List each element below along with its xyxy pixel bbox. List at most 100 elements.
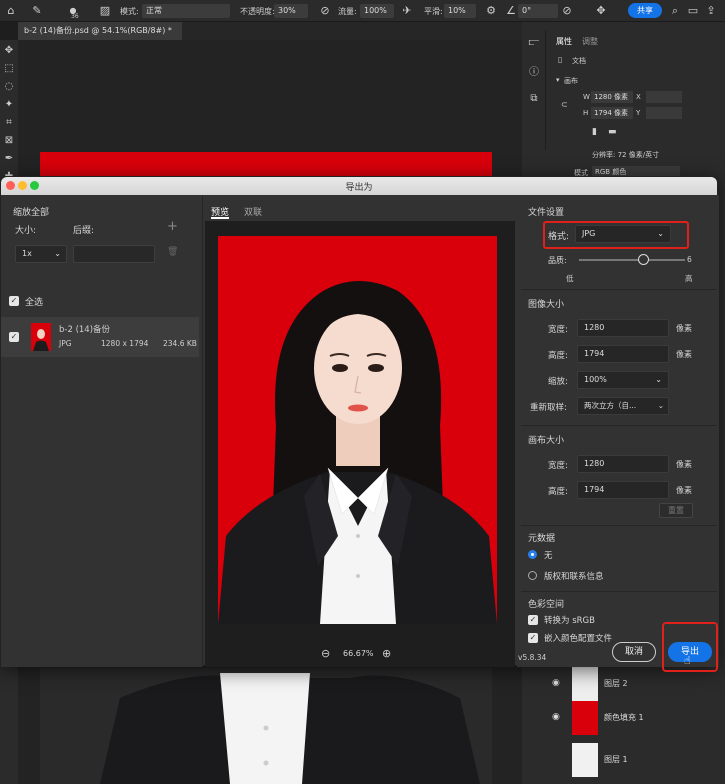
- quality-low-label: 低: [566, 274, 574, 283]
- format-select[interactable]: JPG ⌄: [575, 225, 671, 243]
- doc-label: 文档: [572, 57, 586, 65]
- quality-label: 品质:: [548, 256, 567, 265]
- preview-image: [218, 236, 497, 624]
- canvas-size-label: 画布大小: [528, 436, 565, 446]
- landscape-orientation-icon[interactable]: ▬: [608, 127, 617, 137]
- symmetry-icon[interactable]: ✥: [594, 4, 608, 18]
- color-space-label: 色彩空间: [528, 600, 565, 610]
- height-label: 高度:: [548, 351, 568, 361]
- zoom-out-icon[interactable]: ⊖: [321, 647, 330, 660]
- size-label: 大小:: [15, 226, 37, 236]
- flow-field[interactable]: 100%: [360, 4, 394, 18]
- move-tool-icon[interactable]: ✥: [2, 44, 16, 58]
- portrait-image: [218, 236, 497, 624]
- metadata-none-radio[interactable]: [528, 550, 537, 559]
- reset-button[interactable]: 重置: [659, 503, 693, 518]
- angle-icon: ∠: [506, 4, 516, 17]
- suffix-input[interactable]: [73, 245, 155, 263]
- suffix-label: 后缀:: [73, 226, 95, 236]
- link-icon[interactable]: ⊂: [561, 100, 568, 109]
- canvas-width-unit: 像素: [676, 460, 692, 469]
- layer-row[interactable]: 图层 1: [548, 740, 725, 780]
- canvas-width-field[interactable]: 1280: [577, 455, 669, 473]
- tab-properties[interactable]: 属性: [556, 36, 572, 47]
- scale-value: 1x: [22, 249, 32, 258]
- scale-label: 缩放:: [548, 377, 568, 387]
- layer-row[interactable]: ◉ 颜色填充 1: [548, 698, 725, 738]
- image-width-field[interactable]: 1280: [577, 319, 669, 337]
- crop-tool-icon[interactable]: ⌗: [2, 116, 16, 130]
- eye-icon[interactable]: ◉: [552, 678, 560, 688]
- scale-all-label: 缩放全部: [13, 208, 50, 218]
- marquee-tool-icon[interactable]: ⬚: [2, 62, 16, 76]
- embed-profile-label: 嵌入颜色配置文件: [544, 634, 613, 644]
- asset-dimensions: 1280 x 1794: [101, 339, 149, 348]
- scale-value: 100%: [584, 375, 607, 384]
- canvas-x-field[interactable]: [646, 91, 682, 103]
- history-icon[interactable]: ⫍: [527, 36, 541, 50]
- eye-icon[interactable]: ◉: [552, 712, 560, 722]
- smoothing-options-icon[interactable]: ⚙: [484, 4, 498, 18]
- adjust-panel-icon[interactable]: ⧉: [527, 92, 541, 106]
- info-icon[interactable]: ⓘ: [527, 66, 541, 80]
- angle-field[interactable]: 0°: [518, 4, 558, 18]
- asset-row[interactable]: ✓ b-2 (14)备份 JPG 1280 x 1794 234.6 KB: [1, 317, 199, 357]
- airbrush-icon[interactable]: ✈: [400, 4, 414, 18]
- resolution-text: 分辨率: 72 像素/英寸: [592, 151, 660, 159]
- asset-checkbox[interactable]: ✓: [9, 332, 19, 342]
- chevron-down-icon: ⌄: [657, 229, 664, 238]
- canvas-height-field[interactable]: 1794 像素: [591, 107, 633, 119]
- select-all-checkbox[interactable]: ✓: [9, 296, 19, 306]
- resample-select[interactable]: 两次立方（自... ⌄: [577, 397, 669, 415]
- document-tab[interactable]: b-2 (14)备份.psd @ 54.1%(RGB/8#) *: [18, 22, 182, 40]
- tab-adjustments[interactable]: 调整: [582, 36, 598, 47]
- portrait-orientation-icon[interactable]: ▮: [592, 127, 597, 137]
- scale-panel: 缩放全部 大小: 后缀: + 1x ⌄ 🗑 ✓ 全选 ✓ b-2 (14)备份 …: [1, 195, 203, 667]
- zoom-in-icon[interactable]: ⊕: [382, 647, 391, 660]
- search-icon[interactable]: ⌕: [668, 4, 682, 18]
- quality-slider-handle[interactable]: [637, 254, 649, 265]
- workspace-icon[interactable]: ▭: [686, 4, 700, 18]
- metadata-copyright-radio[interactable]: [528, 571, 537, 580]
- canvas-y-field[interactable]: [646, 107, 682, 119]
- brush-tool-icon[interactable]: ✎: [30, 4, 44, 18]
- eyedropper-tool-icon[interactable]: ✒: [2, 152, 16, 166]
- tab-underline: [211, 217, 229, 219]
- quality-value: 6: [687, 255, 692, 264]
- canvas-width-field[interactable]: 1280 像素: [591, 91, 633, 103]
- opacity-field[interactable]: 30%: [274, 4, 308, 18]
- canvas-height-field[interactable]: 1794: [577, 481, 669, 499]
- dialog-titlebar: 导出为: [1, 177, 717, 195]
- scale-select[interactable]: 100% ⌄: [577, 371, 669, 389]
- add-scale-icon[interactable]: +: [167, 219, 178, 234]
- scale-select[interactable]: 1x ⌄: [15, 245, 67, 263]
- home-icon[interactable]: ⌂: [4, 4, 18, 18]
- trash-icon[interactable]: 🗑: [167, 247, 178, 257]
- embed-profile-checkbox[interactable]: ✓: [528, 633, 538, 643]
- brush-panel-icon[interactable]: ▨: [98, 4, 112, 18]
- cancel-button[interactable]: 取消: [612, 642, 656, 662]
- share-icon[interactable]: ⇪: [704, 4, 718, 18]
- lasso-tool-icon[interactable]: ◌: [2, 80, 16, 94]
- metadata-copyright-label: 版权和联系信息: [544, 572, 604, 582]
- tab-dual[interactable]: 双联: [244, 205, 262, 218]
- flow-label: 流量:: [338, 7, 357, 16]
- frame-tool-icon[interactable]: ⊠: [2, 134, 16, 148]
- pressure-size-icon[interactable]: ⊘: [560, 4, 574, 18]
- share-button[interactable]: 共享: [628, 3, 662, 18]
- canvas-image-bottom: [40, 668, 492, 784]
- quality-slider[interactable]: [579, 259, 685, 261]
- mode-select[interactable]: 正常: [142, 4, 230, 18]
- canvas-chevron-icon[interactable]: ▾: [556, 76, 560, 84]
- file-settings-label: 文件设置: [528, 208, 565, 218]
- format-label: 格式:: [548, 232, 570, 242]
- quality-high-label: 高: [685, 274, 693, 283]
- canvas-section-label: 画布: [564, 77, 578, 85]
- asset-thumbnail: [31, 323, 51, 351]
- smoothing-field[interactable]: 10%: [444, 4, 476, 18]
- pressure-opacity-icon[interactable]: ⊘: [318, 4, 332, 18]
- layer-thumbnail: [572, 743, 598, 777]
- image-height-field[interactable]: 1794: [577, 345, 669, 363]
- quick-select-tool-icon[interactable]: ✦: [2, 98, 16, 112]
- convert-srgb-checkbox[interactable]: ✓: [528, 615, 538, 625]
